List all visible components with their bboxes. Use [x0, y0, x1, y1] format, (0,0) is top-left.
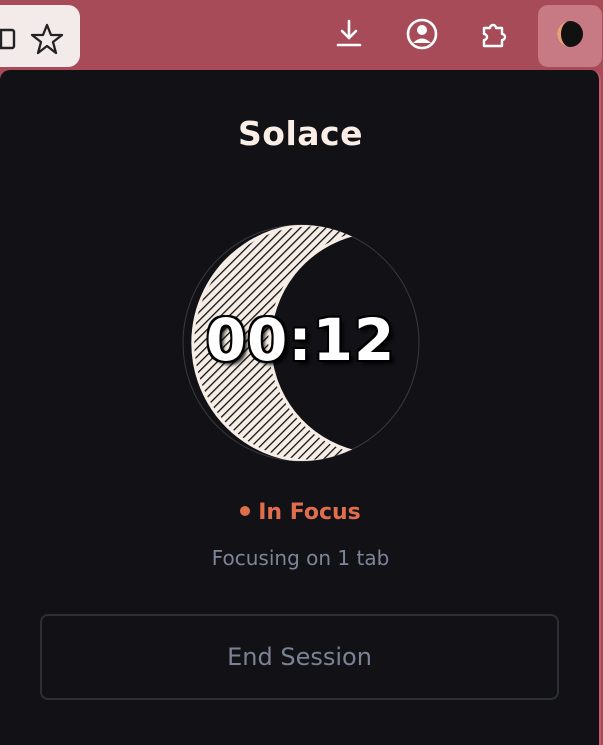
- app-title: Solace: [238, 114, 363, 153]
- browser-toolbar: [0, 0, 603, 70]
- solace-extension-button[interactable]: [538, 5, 602, 67]
- address-bar-end: [0, 5, 80, 67]
- end-session-button[interactable]: End Session: [40, 614, 559, 700]
- status-text: In Focus: [258, 500, 361, 525]
- focus-subtitle: Focusing on 1 tab: [211, 546, 390, 570]
- download-icon[interactable]: [329, 14, 369, 54]
- status-dot-icon: [240, 506, 251, 516]
- puzzle-icon[interactable]: [474, 14, 514, 54]
- moon-logo-icon: [550, 14, 590, 54]
- session-timer: 00:12: [205, 306, 396, 374]
- reader-mode-icon[interactable]: [0, 19, 26, 59]
- extension-popup: Solace 00:12 In Focus Focusing on 1 tab …: [0, 70, 601, 745]
- status-indicator: In Focus: [0, 500, 601, 525]
- star-icon[interactable]: [27, 19, 67, 59]
- account-icon[interactable]: [402, 14, 442, 54]
